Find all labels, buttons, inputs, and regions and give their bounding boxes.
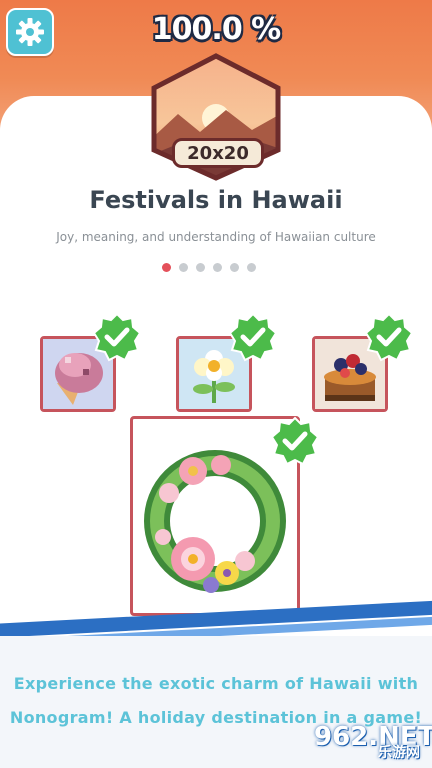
page-dot-2[interactable] bbox=[179, 263, 188, 272]
completed-check-icon bbox=[364, 312, 414, 362]
page-dot-5[interactable] bbox=[230, 263, 239, 272]
watermark-cn: 乐游网 bbox=[378, 745, 420, 761]
completed-check-icon bbox=[228, 312, 278, 362]
collection-subtitle: Joy, meaning, and understanding of Hawai… bbox=[56, 230, 376, 244]
completed-check-icon bbox=[92, 312, 142, 362]
collection-title: Festivals in Hawaii bbox=[89, 186, 343, 214]
completion-percentage: 100.0 % bbox=[151, 12, 281, 47]
puzzle-size-badge: 20x20 bbox=[172, 138, 264, 168]
completed-check-icon bbox=[270, 416, 320, 466]
page-dot-4[interactable] bbox=[213, 263, 222, 272]
site-watermark: 962.NET 乐游网 bbox=[314, 722, 432, 762]
page-dot-1[interactable] bbox=[162, 263, 171, 272]
promo-text-line-1: Experience the exotic charm of Hawaii wi… bbox=[13, 674, 419, 693]
page-dot-6[interactable] bbox=[247, 263, 256, 272]
page-dot-3[interactable] bbox=[196, 263, 205, 272]
page-indicator bbox=[162, 263, 256, 272]
